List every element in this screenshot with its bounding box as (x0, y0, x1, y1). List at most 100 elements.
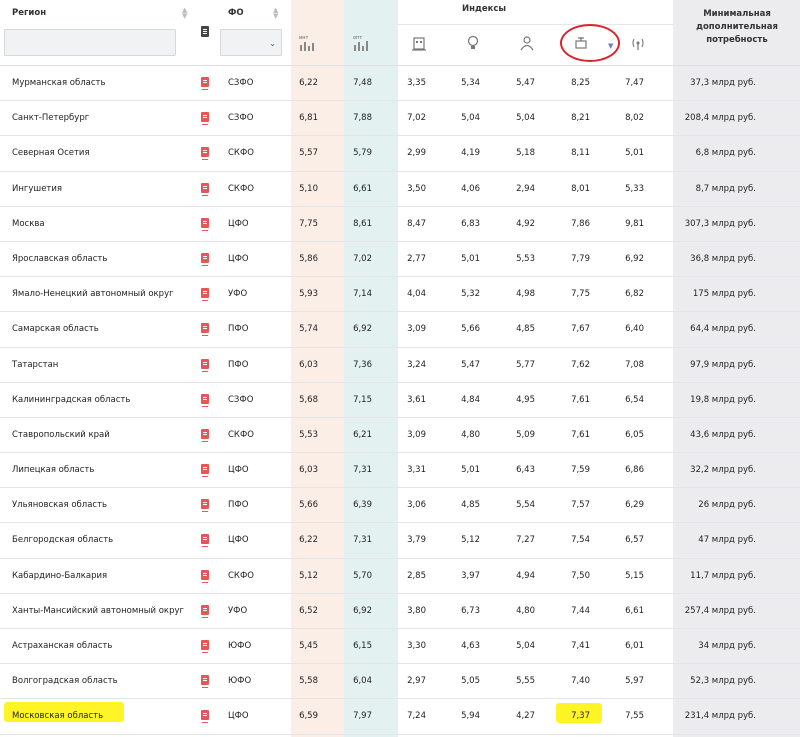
table-row[interactable]: Москва ЦФО 7,75 8,61 8,47 6,83 4,92 7,86 9,81 307… (0, 207, 800, 242)
antenna-index-cell: 7,08 (625, 359, 644, 370)
document-icon[interactable] (201, 428, 209, 442)
table-row[interactable]: Московская область ЦФО 6,59 7,97 7,24 5,94 4,2… (0, 699, 800, 735)
table-row[interactable]: Калининградская область СЗФО 5,68 7,15 3,61 4… (0, 383, 800, 418)
fo-sort-icon[interactable]: ▲ ▼ (273, 7, 278, 20)
region-name[interactable]: Ставропольский край (12, 430, 110, 440)
stethoscope-index-cell: 7,86 (571, 218, 590, 229)
document-icon[interactable] (201, 499, 209, 513)
building-index-cell: 8,47 (407, 218, 426, 229)
table-row[interactable]: Ханты-Мансийский автономный округ УФО 6,52… (0, 594, 800, 629)
document-icon[interactable] (201, 604, 209, 618)
region-name[interactable]: Ингушетия (12, 184, 62, 194)
document-icon[interactable] (201, 288, 209, 302)
region-name[interactable]: Калининградская область (12, 395, 130, 405)
building-index-cell: 4,04 (407, 289, 426, 300)
document-icon[interactable] (201, 358, 209, 372)
int-chart-icon[interactable]: инт (298, 33, 320, 53)
document-icon[interactable] (201, 464, 209, 478)
fo-cell: СЗФО (228, 78, 254, 88)
region-name[interactable]: Ульяновская область (12, 500, 107, 510)
region-name[interactable]: Москва (12, 219, 45, 229)
people-index-cell: 7,27 (516, 535, 535, 546)
table-row[interactable]: Волгоградская область ЮФО 5,58 6,04 2,97 5,05… (0, 664, 800, 700)
stethoscope-index-cell: 8,25 (571, 78, 590, 88)
region-name[interactable]: Татарстан (12, 360, 58, 370)
bulb-index-cell: 3,97 (461, 570, 480, 581)
people-index-cell: 5,04 (516, 641, 535, 651)
int-index-cell: 7,75 (299, 218, 318, 229)
document-icon[interactable] (201, 112, 209, 126)
table-row[interactable]: Ямало-Ненецкий автономный округ УФО 5,93 7,… (0, 277, 800, 313)
table-row[interactable]: Ульяновская область ПФО 5,66 6,39 3,06 4,85 5,… (0, 488, 800, 524)
antenna-icon[interactable] (627, 33, 649, 53)
document-icon[interactable] (201, 640, 209, 653)
region-name[interactable]: Московская область (12, 711, 103, 721)
need-header[interactable]: Минимальная дополнительная потребность (678, 8, 796, 47)
table-header: Регион ▲ ▼ ФО ▲ ▼ ⌄ Индексы инт опт ▼ Ми… (0, 0, 800, 66)
region-name[interactable]: Кабардино-Балкария (12, 571, 107, 581)
document-icon[interactable] (201, 77, 209, 90)
table-row[interactable]: Ингушетия СКФО 5,10 6,61 3,50 4,06 2,94 8,01 5,3… (0, 172, 800, 207)
region-name[interactable]: Северная Осетия (12, 148, 90, 158)
int-index-cell: 5,57 (299, 148, 318, 159)
region-name[interactable]: Санкт-Петербург (12, 113, 89, 123)
people-index-cell: 5,77 (516, 359, 535, 370)
table-row[interactable]: Кабардино-Балкария СКФО 5,12 5,70 2,85 3,97 4,… (0, 559, 800, 594)
region-name[interactable]: Белгородская область (12, 535, 113, 545)
document-icon[interactable] (201, 323, 209, 337)
table-row[interactable]: Липецкая область ЦФО 6,03 7,31 3,31 5,01 6,43 7… (0, 453, 800, 489)
region-name[interactable]: Мурманская область (12, 78, 106, 88)
table-row[interactable]: Самарская область ПФО 5,74 6,92 3,09 5,66 4,85… (0, 312, 800, 348)
ratings-table: Регион ▲ ▼ ФО ▲ ▼ ⌄ Индексы инт опт ▼ Ми… (0, 0, 800, 737)
region-name[interactable]: Ярославская область (12, 254, 107, 264)
document-icon[interactable] (201, 675, 209, 689)
opt-chart-icon[interactable]: опт (352, 33, 374, 53)
document-icon[interactable] (201, 534, 209, 548)
document-icon[interactable] (201, 147, 209, 161)
antenna-index-cell: 6,86 (625, 465, 644, 476)
table-row[interactable]: Ярославская область ЦФО 5,86 7,02 2,77 5,01 5,… (0, 242, 800, 278)
document-icon[interactable] (201, 710, 209, 724)
stethoscope-index-cell: 7,75 (571, 289, 590, 300)
fo-cell: УФО (228, 289, 248, 300)
region-name[interactable]: Астраханская область (12, 641, 112, 651)
region-sort-icon[interactable]: ▲ ▼ (182, 7, 187, 20)
table-row[interactable]: Северная Осетия СКФО 5,57 5,79 2,99 4,19 5,18 8… (0, 136, 800, 172)
bulb-icon[interactable] (462, 33, 484, 53)
int-index-cell: 6,22 (299, 535, 318, 546)
table-row[interactable]: Астраханская область ЮФО 5,45 6,15 3,30 4,63 5… (0, 629, 800, 665)
table-row[interactable]: Белгородская область ЦФО 6,22 7,31 3,79 5,12 7… (0, 523, 800, 559)
document-icon[interactable] (201, 217, 209, 231)
fo-select[interactable]: ⌄ (220, 29, 282, 56)
sort-desc-icon[interactable]: ▼ (608, 42, 613, 50)
bulb-index-cell: 5,04 (461, 113, 480, 124)
need-header-line2: дополнительная (696, 22, 778, 32)
fo-header[interactable]: ФО (228, 8, 244, 18)
need-header-line3: потребность (706, 35, 768, 45)
region-name[interactable]: Ямало-Ненецкий автономный округ (12, 289, 174, 299)
need-cell: 37,3 млрд руб. (690, 78, 756, 88)
region-name[interactable]: Самарская область (12, 324, 99, 334)
document-icon[interactable] (201, 252, 209, 266)
antenna-index-cell: 6,01 (625, 641, 644, 651)
stethoscope-index-cell: 7,59 (571, 465, 590, 476)
region-name[interactable]: Волгоградская область (12, 676, 118, 686)
table-row[interactable]: Санкт-Петербург СЗФО 6,81 7,88 7,02 5,04 5,04 8… (0, 101, 800, 137)
document-icon[interactable] (201, 569, 209, 583)
opt-index-cell: 6,15 (353, 641, 372, 651)
building-index-cell: 3,24 (407, 359, 426, 370)
region-filter-input[interactable] (4, 29, 176, 56)
antenna-index-cell: 5,15 (625, 570, 644, 581)
region-header[interactable]: Регион (12, 8, 46, 18)
document-icon[interactable] (201, 393, 209, 407)
region-name[interactable]: Липецкая область (12, 465, 94, 475)
people-icon[interactable] (516, 33, 538, 53)
region-name[interactable]: Ханты-Мансийский автономный округ (12, 606, 184, 616)
document-icon[interactable] (201, 182, 209, 196)
stethoscope-icon[interactable] (570, 33, 592, 53)
people-index-cell: 5,54 (516, 500, 535, 511)
table-row[interactable]: Татарстан ПФО 6,03 7,36 3,24 5,47 5,77 7,62 7,08… (0, 348, 800, 383)
building-icon[interactable] (408, 33, 430, 53)
table-row[interactable]: Мурманская область СЗФО 6,22 7,48 3,35 5,34 5,… (0, 66, 800, 102)
table-row[interactable]: Ставропольский край СКФО 5,53 6,21 3,09 4,80 5… (0, 418, 800, 454)
